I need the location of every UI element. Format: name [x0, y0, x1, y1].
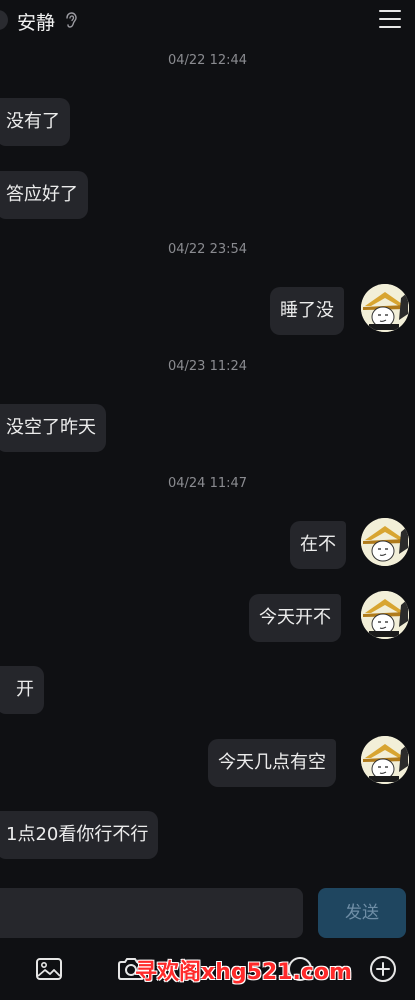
message-text: 答应好了 — [6, 184, 78, 205]
received-message: 没有了 — [0, 98, 70, 146]
ear-icon[interactable] — [64, 12, 78, 29]
received-message: 答应好了 — [0, 171, 88, 219]
message-text: 在不 — [300, 534, 336, 555]
message-text: 睡了没 — [280, 300, 334, 321]
chat-header: 安静 — [0, 0, 415, 44]
sent-message: 今天开不 — [249, 594, 341, 642]
avatar-image — [361, 518, 409, 566]
timestamp: 04/22 23:54 — [167, 242, 248, 257]
message-text: 开 — [16, 679, 34, 700]
received-message: 没空了昨天 — [0, 404, 106, 452]
avatar-image — [361, 591, 409, 639]
message-text: 没有了 — [6, 111, 60, 132]
sent-message: 在不 — [290, 521, 346, 569]
avatar[interactable] — [361, 518, 409, 566]
timestamp: 04/24 11:47 — [167, 476, 248, 491]
avatar[interactable] — [361, 284, 409, 332]
menu-icon[interactable] — [379, 10, 401, 30]
message-text: 今天几点有空 — [218, 752, 326, 773]
message-text: 没空了昨天 — [6, 417, 96, 438]
send-button[interactable]: 发送 — [318, 888, 406, 938]
watermark-text: 寻欢阁xhg521.com — [135, 960, 352, 985]
sent-message: 睡了没 — [270, 287, 344, 335]
image-icon[interactable] — [34, 954, 64, 984]
chat-screen: 安静 04/22 12:44 没有了 答应好了 04/22 23:54 睡了没 — [0, 0, 415, 1000]
timestamp: 04/23 11:24 — [167, 359, 248, 374]
message-input[interactable] — [0, 888, 303, 938]
sent-message: 今天几点有空 — [208, 739, 336, 787]
message-text: 今天开不 — [259, 607, 331, 628]
chat-title: 安静 — [17, 12, 56, 34]
received-message: 开 — [0, 666, 44, 714]
avatar-image — [361, 284, 409, 332]
back-icon[interactable] — [0, 10, 8, 30]
received-message: 1点20看你行不行 — [0, 811, 159, 859]
avatar[interactable] — [361, 591, 409, 639]
timestamp: 04/22 12:44 — [167, 53, 248, 68]
avatar-image — [361, 736, 409, 784]
message-text: 1点20看你行不行 — [6, 824, 149, 845]
avatar[interactable] — [361, 736, 409, 784]
add-icon[interactable] — [368, 954, 398, 984]
